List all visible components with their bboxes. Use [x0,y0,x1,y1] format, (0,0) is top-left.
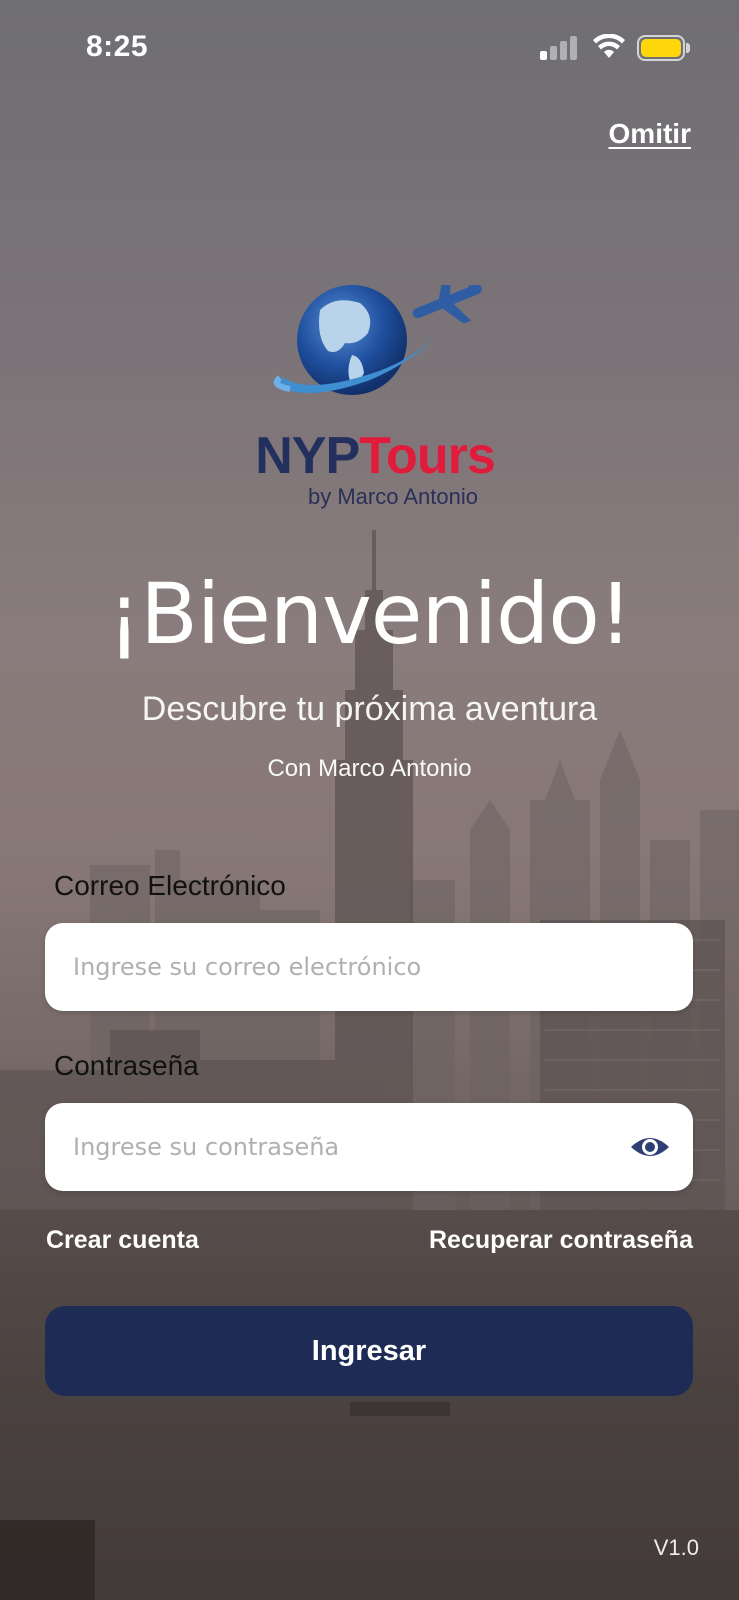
brand-logo-text: NYPTours by Marco Antonio [240,430,510,510]
recover-password-link[interactable]: Recuperar contraseña [429,1226,693,1255]
welcome-title: ¡Bienvenido! [107,565,633,663]
brand-subtitle: by Marco Antonio [308,484,478,509]
status-bar: 8:25 [0,0,739,100]
email-input[interactable] [73,923,613,1011]
skip-link[interactable]: Omitir [609,118,691,150]
battery-level [641,39,681,57]
login-button[interactable]: Ingresar [45,1306,693,1396]
eye-icon[interactable] [629,1127,671,1167]
create-account-link[interactable]: Crear cuenta [46,1226,199,1255]
byline: Con Marco Antonio [267,755,472,782]
password-input[interactable] [73,1103,613,1191]
password-label: Contraseña [54,1050,199,1081]
email-label: Correo Electrónico [54,870,286,901]
status-time: 8:25 [86,30,149,63]
password-field-container [45,1103,693,1191]
battery-icon [637,35,690,61]
email-field-container [45,923,693,1011]
wifi-icon [593,34,625,58]
cellular-signal-icon [540,36,578,60]
brand-name-tours: Tours [359,427,496,485]
brand-name-nyp: NYP [255,427,360,485]
app-version: V1.0 [653,1535,699,1560]
tagline: Descubre tu próxima aventura [141,690,598,728]
